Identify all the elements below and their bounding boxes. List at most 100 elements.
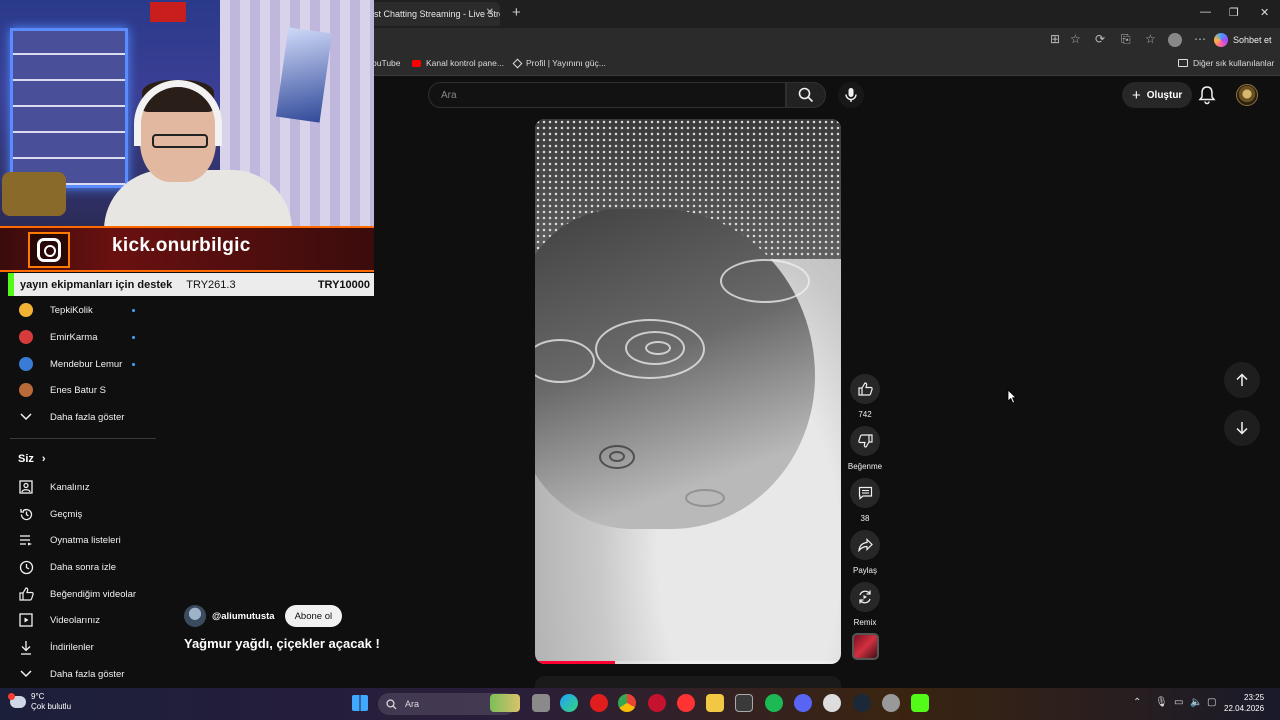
account-avatar[interactable] — [1236, 84, 1258, 106]
reading-mode-icon[interactable]: ⎘ — [1121, 32, 1131, 47]
browser-tab-active[interactable]: st Chatting Streaming - Live Stre ✕ — [362, 2, 500, 26]
copilot-chat-button[interactable]: Sohbet et — [1214, 31, 1272, 49]
split-screen-icon[interactable]: ⊞ — [1050, 32, 1060, 46]
share-icon — [857, 538, 873, 552]
notifications-tray-icon[interactable]: ▢ — [1207, 697, 1216, 708]
comment-icon — [858, 486, 872, 500]
share-button[interactable] — [850, 530, 880, 560]
sidebar-item-history[interactable]: Geçmiş — [18, 503, 82, 525]
notifications-bell-icon[interactable] — [1198, 85, 1216, 110]
short-title[interactable]: Yağmur yağdı, çiçekler açacak ! — [184, 636, 380, 651]
file-explorer-icon[interactable] — [706, 694, 724, 712]
video-progress-bar[interactable] — [535, 661, 841, 664]
voice-search-button[interactable] — [838, 82, 864, 108]
tab-close-icon[interactable]: ✕ — [486, 7, 494, 18]
short-video-player[interactable] — [535, 119, 841, 664]
weather-widget[interactable]: 9°C Çok bulutlu — [8, 692, 71, 712]
other-bookmarks[interactable]: Diğer sık kullanılanlar — [1178, 58, 1274, 68]
led-shelf — [10, 28, 128, 188]
chrome-icon[interactable] — [618, 694, 636, 712]
sidebar-item-liked-videos[interactable]: Beğendiğim videolar — [18, 583, 136, 605]
bookmark-youtube[interactable]: ouTube — [372, 58, 401, 68]
sidebar-you-heading[interactable]: Siz › — [18, 453, 46, 465]
discord-icon[interactable] — [794, 694, 812, 712]
close-window-icon[interactable]: ✕ — [1260, 6, 1269, 19]
opera-icon[interactable] — [590, 694, 608, 712]
favorites-icon[interactable]: ☆ — [1145, 32, 1156, 46]
steam-icon[interactable] — [853, 694, 871, 712]
sidebar-item-playlists[interactable]: Oynatma listeleri — [18, 529, 121, 551]
sidebar-item-label: Oynatma listeleri — [50, 534, 121, 546]
create-button[interactable]: + Oluştur — [1122, 82, 1193, 108]
thumbs-up-icon — [18, 586, 34, 602]
you-heading-label: Siz — [18, 453, 34, 465]
profile-avatar-icon[interactable] — [1168, 33, 1182, 47]
sidebar-show-more-you[interactable]: Daha fazla göster — [18, 663, 124, 685]
spotify-icon[interactable] — [765, 694, 783, 712]
store-icon[interactable] — [735, 694, 753, 712]
sidebar-item-downloads[interactable]: İndirilenler — [18, 636, 94, 658]
arrow-down-icon — [1236, 422, 1248, 435]
glasses — [152, 134, 208, 148]
like-button[interactable] — [850, 374, 880, 404]
taskbar-search-highlight[interactable] — [490, 694, 520, 712]
dislike-button[interactable] — [850, 426, 880, 456]
audio-track-thumbnail[interactable] — [852, 633, 879, 660]
more-menu-icon[interactable]: ⋯ — [1194, 32, 1206, 46]
settings-gear-icon[interactable] — [823, 694, 841, 712]
search-button[interactable] — [786, 82, 826, 108]
comments-button[interactable] — [850, 478, 880, 508]
extensions-icon[interactable]: ⟳ — [1095, 32, 1105, 46]
windows-start-icon[interactable] — [352, 695, 368, 711]
yandex-icon[interactable] — [677, 694, 695, 712]
new-tab-icon[interactable]: + — [512, 4, 521, 21]
share-action[interactable]: Paylaş — [849, 530, 881, 575]
subscribe-button[interactable]: Abone ol — [284, 605, 343, 627]
channel-name[interactable]: @aliumutusta — [212, 611, 275, 622]
next-short-button[interactable] — [1224, 410, 1260, 446]
sidebar-item-tepkikolik[interactable]: TepkiKolik — [18, 299, 93, 321]
like-action[interactable]: 742 — [849, 374, 881, 419]
task-view-icon[interactable] — [532, 694, 550, 712]
instagram-icon — [37, 238, 61, 262]
remix-action[interactable]: Remix — [849, 582, 881, 627]
dislike-action[interactable]: Beğenme — [848, 426, 882, 471]
windows-taskbar — [0, 688, 1280, 720]
remix-button[interactable] — [850, 582, 880, 612]
instagram-badge — [28, 232, 70, 268]
network-icon[interactable]: ▭ — [1174, 697, 1183, 708]
obs-icon[interactable] — [882, 694, 900, 712]
sidebar-show-more-subscriptions[interactable]: Daha fazla göster — [18, 406, 124, 428]
next-short-preview[interactable] — [535, 676, 841, 688]
sidebar-item-emirkarma[interactable]: EmirKarma — [18, 326, 98, 348]
sidebar-item-watch-later[interactable]: Daha sonra izle — [18, 556, 116, 578]
tray-chevron-up-icon[interactable]: ⌃ — [1133, 697, 1141, 708]
streamer-webcam — [0, 0, 374, 230]
like-count: 742 — [858, 410, 872, 419]
channel-avatar[interactable] — [184, 605, 206, 627]
sidebar-item-mendebur-lemur[interactable]: Mendebur Lemur — [18, 353, 122, 375]
volume-icon[interactable]: 🔈 — [1190, 697, 1202, 708]
cloud-icon — [8, 693, 26, 708]
playlist-icon — [18, 532, 34, 548]
comment-count: 38 — [860, 514, 870, 523]
kick-app-icon[interactable] — [911, 694, 929, 712]
edge-icon[interactable] — [560, 694, 578, 712]
comments-action[interactable]: 38 — [849, 478, 881, 523]
sidebar-item-your-channel[interactable]: Kanalınız — [18, 476, 90, 498]
opera-gx-icon[interactable] — [648, 694, 666, 712]
search-input[interactable]: Ara — [428, 82, 786, 108]
remix-label: Remix — [853, 618, 877, 627]
maximize-icon[interactable]: ❐ — [1229, 6, 1239, 19]
bookmark-studio[interactable]: Kanal kontrol pane... — [412, 58, 504, 68]
favorite-star-icon[interactable]: ☆ — [1070, 32, 1081, 46]
previous-short-button[interactable] — [1224, 362, 1260, 398]
system-clock[interactable]: 23:25 22.04.2026 — [1224, 692, 1264, 714]
microphone-tray-icon[interactable]: 🎙 — [1155, 697, 1168, 708]
sidebar-item-your-videos[interactable]: Videolarınız — [18, 609, 100, 631]
ripple — [720, 259, 810, 303]
minimize-icon[interactable]: — — [1200, 6, 1211, 18]
bookmark-profile[interactable]: Profil | Yayınını güç... — [512, 58, 606, 68]
streamer-shirt — [104, 170, 292, 230]
sidebar-item-enes-batur[interactable]: Enes Batur S — [18, 379, 106, 401]
